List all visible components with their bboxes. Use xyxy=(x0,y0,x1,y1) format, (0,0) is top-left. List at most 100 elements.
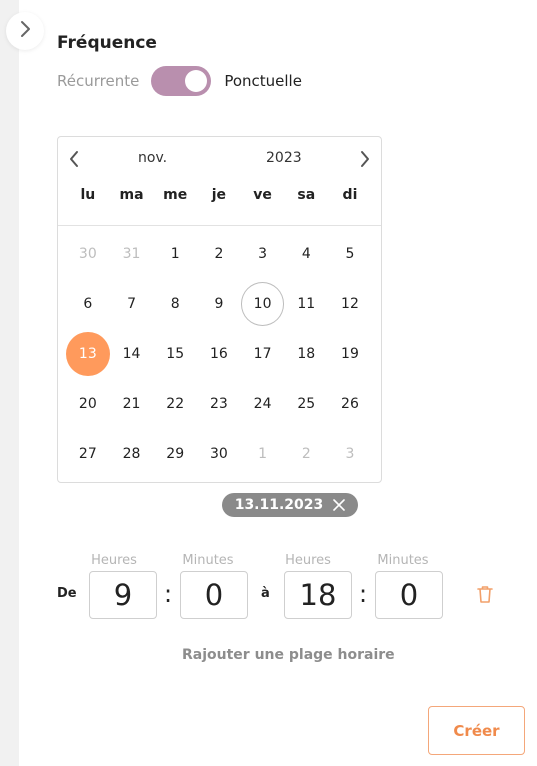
calendar-day-number: 28 xyxy=(122,446,141,462)
calendar-day-number: 3 xyxy=(258,246,268,262)
weekday-label: di xyxy=(342,187,358,203)
chevron-left-icon[interactable] xyxy=(66,149,82,169)
calendar-day-selected[interactable]: 13 xyxy=(66,329,110,379)
calendar-day[interactable]: 1 xyxy=(241,429,285,479)
end-hours-input[interactable]: 18 xyxy=(284,571,352,619)
calendar-day[interactable]: 23 xyxy=(197,379,241,429)
calendar-day-number: 6 xyxy=(83,296,93,312)
add-time-range-link[interactable]: Rajouter une plage horaire xyxy=(182,647,395,663)
end-hours-label: Heures xyxy=(285,553,331,568)
calendar-day-number: 17 xyxy=(253,346,272,362)
close-icon[interactable] xyxy=(333,499,346,511)
calendar-day-number: 13 xyxy=(66,332,110,376)
calendar-day[interactable]: 22 xyxy=(153,379,197,429)
chevron-right-icon[interactable] xyxy=(357,149,373,169)
create-button[interactable]: Créer xyxy=(428,706,525,755)
calendar-day-number: 2 xyxy=(214,246,224,262)
calendar-day[interactable]: 3 xyxy=(241,229,285,279)
weekday-label: me xyxy=(163,187,188,203)
calendar-day-number: 30 xyxy=(78,246,97,262)
calendar-day-number: 7 xyxy=(127,296,136,312)
calendar-day-grid: 30 31 1 2 3 4 5 6 7 8 9 10 11 12 13 14 15 16 17 18 19 20 21 22 2… xyxy=(66,229,372,479)
calendar-year[interactable]: 2023 xyxy=(266,150,302,166)
calendar-day-number: 16 xyxy=(209,346,228,362)
calendar-day-number: 1 xyxy=(258,446,268,462)
calendar-day-number: 31 xyxy=(122,246,141,262)
calendar-day[interactable]: 6 xyxy=(66,279,110,329)
calendar-day[interactable]: 20 xyxy=(66,379,110,429)
weekday-label: ma xyxy=(119,187,144,203)
calendar-day[interactable]: 2 xyxy=(197,229,241,279)
calendar-day[interactable]: 14 xyxy=(110,329,154,379)
calendar-day-number: 1 xyxy=(170,246,180,262)
calendar-day[interactable]: 30 xyxy=(66,229,110,279)
calendar-day[interactable]: 25 xyxy=(284,379,328,429)
calendar-day-today[interactable]: 10 xyxy=(240,279,285,329)
calendar-day[interactable]: 21 xyxy=(110,379,154,429)
calendar-weekdays: lu ma me je ve sa di xyxy=(66,187,372,209)
calendar-day-number: 30 xyxy=(209,446,228,462)
collapse-panel-button[interactable] xyxy=(6,12,44,50)
calendar-month[interactable]: nov. xyxy=(138,150,167,166)
calendar-day-number: 20 xyxy=(78,396,97,412)
time-separator: : xyxy=(359,580,368,608)
calendar-day[interactable]: 9 xyxy=(197,279,241,329)
calendar-day[interactable]: 15 xyxy=(153,329,197,379)
frequency-title: Fréquence xyxy=(57,33,157,53)
calendar-day-number: 2 xyxy=(301,446,311,462)
calendar-day-number: 29 xyxy=(166,446,185,462)
calendar-day[interactable]: 26 xyxy=(328,379,372,429)
calendar-day[interactable]: 11 xyxy=(284,279,328,329)
start-minutes-label: Minutes xyxy=(182,553,234,568)
start-minutes-input[interactable]: 0 xyxy=(180,571,248,619)
calendar-day[interactable]: 19 xyxy=(328,329,372,379)
calendar-day[interactable]: 5 xyxy=(328,229,372,279)
frequency-toggle[interactable] xyxy=(151,66,212,96)
calendar-day-number: 24 xyxy=(253,396,272,412)
calendar-day[interactable]: 17 xyxy=(241,329,285,379)
calendar-day-number: 19 xyxy=(341,346,359,362)
calendar-day[interactable]: 16 xyxy=(197,329,241,379)
calendar-day[interactable]: 28 xyxy=(110,429,154,479)
end-minutes-label: Minutes xyxy=(377,553,429,568)
start-hours-input[interactable]: 9 xyxy=(89,571,157,619)
calendar-day[interactable]: 12 xyxy=(328,279,372,329)
calendar-day-number: 23 xyxy=(209,396,228,412)
to-label: à xyxy=(261,586,270,601)
calendar-day[interactable]: 7 xyxy=(110,279,154,329)
weekday-label: sa xyxy=(297,187,316,203)
calendar-day[interactable]: 27 xyxy=(66,429,110,479)
weekday-label: lu xyxy=(80,187,96,203)
calendar-day-number: 21 xyxy=(122,396,141,412)
calendar-day-number: 14 xyxy=(122,346,141,362)
toggle-option-recurring[interactable]: Récurrente xyxy=(57,72,139,90)
calendar-day[interactable]: 24 xyxy=(241,379,285,429)
calendar-day[interactable]: 4 xyxy=(284,229,328,279)
calendar-day[interactable]: 2 xyxy=(284,429,328,479)
weekday-label: ve xyxy=(253,187,272,203)
calendar-header: nov. 2023 xyxy=(58,137,381,181)
calendar-day-number: 18 xyxy=(297,346,316,362)
calendar-day[interactable]: 29 xyxy=(153,429,197,479)
toggle-option-one-time[interactable]: Ponctuelle xyxy=(224,72,302,90)
time-separator: : xyxy=(164,580,173,608)
end-minutes-input[interactable]: 0 xyxy=(375,571,443,619)
calendar-day-number: 3 xyxy=(345,446,355,462)
start-hours-label: Heures xyxy=(91,553,137,568)
calendar-day[interactable]: 18 xyxy=(284,329,328,379)
calendar-day[interactable]: 3 xyxy=(328,429,372,479)
left-strip xyxy=(0,0,19,766)
calendar-day[interactable]: 8 xyxy=(153,279,197,329)
calendar-day-number: 26 xyxy=(341,396,359,412)
calendar-day-number: 12 xyxy=(341,296,359,312)
calendar-divider xyxy=(58,225,381,226)
calendar-day-number: 9 xyxy=(214,296,224,312)
calendar-day[interactable]: 1 xyxy=(153,229,197,279)
calendar-day[interactable]: 31 xyxy=(110,229,154,279)
trash-icon[interactable] xyxy=(474,583,496,605)
calendar-day-number: 22 xyxy=(166,396,185,412)
calendar-day-number: 11 xyxy=(297,296,316,312)
calendar-day[interactable]: 30 xyxy=(197,429,241,479)
calendar-day-number: 15 xyxy=(166,346,185,362)
calendar-day-number: 10 xyxy=(240,282,285,326)
